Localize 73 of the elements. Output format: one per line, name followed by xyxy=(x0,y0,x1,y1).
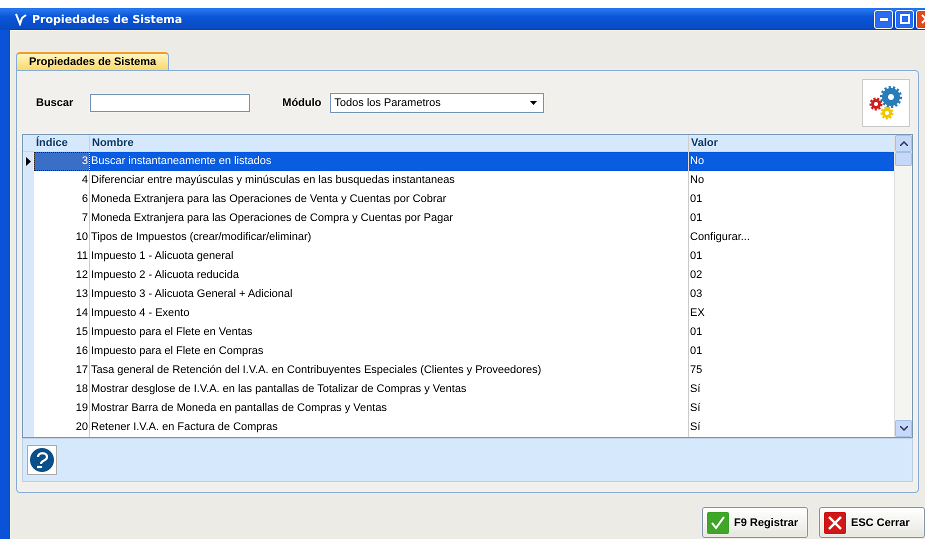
table-cell-text: Sí xyxy=(689,420,702,435)
table-cell: Buscar instantaneamente en listados xyxy=(90,152,689,171)
help-icon xyxy=(29,447,55,473)
name-header[interactable]: Nombre xyxy=(90,135,689,151)
table-cell: 20 xyxy=(34,418,90,437)
window-title: Propiedades de Sistema xyxy=(32,12,182,26)
table-cell: Impuesto 1 - Alicuota general xyxy=(90,247,689,266)
maximize-button[interactable] xyxy=(895,10,914,28)
table-cell-text: 01 xyxy=(689,192,704,207)
scroll-up-icon xyxy=(900,141,908,146)
table-cell: Diferenciar entre mayúsculas y minúsculas en las busquedas instantaneas xyxy=(90,171,689,190)
table-cell: No xyxy=(689,152,894,171)
scroll-thumb[interactable] xyxy=(895,152,912,166)
table-cell: 15 xyxy=(34,323,90,342)
table-cell-text: Configurar... xyxy=(689,230,751,245)
table-cell-text: 75 xyxy=(689,363,704,378)
table-cell: 4 xyxy=(34,171,90,190)
table-cell: Impuesto 4 - Exento xyxy=(90,304,689,323)
table-cell-text: 01 xyxy=(689,325,704,340)
maximize-icon xyxy=(900,14,910,24)
table-cell: Moneda Extranjera para las Operaciones de Compra y Cuentas por Pagar xyxy=(90,209,689,228)
table-cell: Mostrar desglose de I.V.A. en las pantallas de Totalizar de Compras y Ventas xyxy=(90,380,689,399)
scroll-down-icon xyxy=(900,426,908,431)
table-cell-text: No xyxy=(689,173,706,188)
table-cell: Mostrar Barra de Moneda en pantallas de Compras y Ventas xyxy=(90,399,689,418)
close-button[interactable]: ESC Cerrar xyxy=(819,507,925,538)
table-cell-text: 01 xyxy=(689,249,704,264)
table-cell-text: Sí xyxy=(689,401,702,416)
table-cell: 16 xyxy=(34,342,90,361)
module-label: Módulo xyxy=(282,96,322,108)
close-icon xyxy=(824,512,846,534)
caret-icon xyxy=(530,100,538,104)
table-cell: 13 xyxy=(34,285,90,304)
table-cell: 7 xyxy=(34,209,90,228)
settings-button[interactable] xyxy=(862,78,910,126)
table-cell: Tipos de Impuestos (crear/modificar/eliminar) xyxy=(90,228,689,247)
index-header[interactable]: Índice xyxy=(34,135,90,151)
table-cell: Moneda Extranjera para las Operaciones de Venta y Cuentas por Cobrar xyxy=(90,190,689,209)
minimize-icon xyxy=(880,18,888,20)
table-cell: 3 xyxy=(34,152,90,171)
table-cell-text: Sí xyxy=(689,382,702,397)
module-dropdown[interactable]: Todos los Parametros xyxy=(330,92,544,112)
table-cell: 19 xyxy=(34,399,90,418)
scrollbar[interactable] xyxy=(894,135,912,437)
row-pointer-icon xyxy=(26,157,31,166)
value-header[interactable]: Valor xyxy=(689,135,894,151)
table-cell: 6 xyxy=(34,190,90,209)
table-cell-text: 01 xyxy=(689,211,704,226)
table-cell: 10 xyxy=(34,228,90,247)
table-cell: Impuesto para el Flete en Ventas xyxy=(90,323,689,342)
app-icon xyxy=(14,12,28,26)
save-button[interactable]: F9 Registrar xyxy=(702,507,808,538)
table-cell-text: 02 xyxy=(689,268,704,283)
table-cell: Impuesto para el Flete en Compras xyxy=(90,342,689,361)
gears-icon xyxy=(867,84,905,122)
table-cell: Impuesto 3 - Alicuota General + Adicional xyxy=(90,285,689,304)
table-cell: 11 xyxy=(34,247,90,266)
table-cell: 17 xyxy=(34,361,90,380)
table-cell-text: 01 xyxy=(689,344,704,359)
search-field[interactable] xyxy=(90,94,250,112)
table-cell-text: EX xyxy=(689,306,706,321)
help-button[interactable] xyxy=(27,445,57,475)
search-label: Buscar xyxy=(36,96,74,108)
minimize-button[interactable] xyxy=(874,10,893,28)
table-cell: 14 xyxy=(34,304,90,323)
table-cell: Tasa general de Retención del I.V.A. en Contribuyentes Especiales (Clientes y Proveedores) xyxy=(90,361,689,380)
table-cell: Impuesto 2 - Alicuota reducida xyxy=(90,266,689,285)
checkmark-icon xyxy=(707,512,729,534)
table-cell-text: 03 xyxy=(689,287,704,302)
table-cell: Retener I.V.A. en Factura de Compras xyxy=(90,418,689,437)
tab[interactable]: Propiedades de Sistema xyxy=(16,52,170,70)
table-cell: 18 xyxy=(34,380,90,399)
table-cell: 12 xyxy=(34,266,90,285)
